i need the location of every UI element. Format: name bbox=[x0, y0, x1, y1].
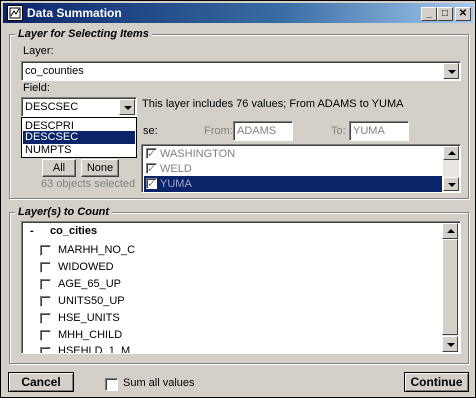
tree-item-partial[interactable]: HSEHLD_1_M bbox=[38, 344, 338, 353]
scroll-down-button[interactable] bbox=[443, 177, 459, 191]
field-option[interactable]: NUMPTS bbox=[23, 142, 135, 158]
tree-item[interactable]: AGE_65_UP bbox=[38, 276, 338, 292]
field-checkbox[interactable] bbox=[40, 347, 51, 353]
tree-item[interactable]: MHH_CHILD bbox=[38, 327, 338, 343]
field-name: HSE_UNITS bbox=[58, 312, 120, 324]
maximize-button[interactable]: □ bbox=[437, 7, 453, 21]
layer-dropdown[interactable]: co_counties bbox=[21, 61, 461, 81]
field-name: MARHH_NO_C bbox=[58, 244, 136, 256]
value-checkbox[interactable] bbox=[146, 146, 157, 162]
chevron-down-icon bbox=[124, 106, 132, 110]
field-option-label: NUMPTS bbox=[25, 144, 72, 156]
chevron-up-icon bbox=[447, 229, 455, 233]
close-button[interactable]: ✕ bbox=[455, 7, 471, 21]
count-layers-group-title: Layer(s) to Count bbox=[15, 206, 113, 218]
tree-item[interactable]: MARHH_NO_C bbox=[38, 242, 338, 258]
value-label: WASHINGTON bbox=[160, 148, 236, 160]
maximize-icon: □ bbox=[441, 8, 449, 19]
layer-dropdown-value: co_counties bbox=[25, 65, 84, 77]
value-checkbox[interactable] bbox=[146, 176, 157, 192]
minimize-icon: _ bbox=[426, 8, 432, 19]
data-summation-window: Data Summation _ □ ✕ Layer for Selecting… bbox=[0, 0, 476, 398]
tree-item[interactable]: HSE_UNITS bbox=[38, 310, 338, 326]
scroll-up-button[interactable] bbox=[443, 146, 459, 160]
field-dropdown-button[interactable] bbox=[119, 99, 135, 115]
value-label: YUMA bbox=[160, 178, 192, 190]
value-checkbox[interactable] bbox=[146, 161, 157, 177]
field-checkbox[interactable] bbox=[40, 313, 51, 324]
values-list[interactable]: WASHINGTON WELD YUMA bbox=[141, 144, 461, 193]
cancel-button[interactable]: Cancel bbox=[8, 372, 74, 392]
chevron-down-icon bbox=[447, 343, 455, 347]
tree-scrollbar[interactable] bbox=[442, 223, 458, 352]
field-dropdown[interactable]: DESCSEC bbox=[21, 97, 137, 117]
list-item[interactable]: WASHINGTON bbox=[144, 146, 442, 162]
sum-all-label: Sum all values bbox=[123, 377, 195, 389]
tree-item[interactable]: WIDOWED bbox=[38, 259, 338, 275]
scroll-thumb[interactable] bbox=[442, 239, 458, 335]
to-field[interactable]: YUMA bbox=[349, 121, 409, 141]
chevron-down-icon bbox=[448, 183, 456, 187]
values-scrollbar[interactable] bbox=[443, 146, 459, 191]
scroll-up-button[interactable] bbox=[442, 223, 458, 239]
value-label: WELD bbox=[160, 163, 192, 175]
scroll-down-button[interactable] bbox=[442, 336, 458, 352]
field-name: AGE_65_UP bbox=[58, 278, 121, 290]
field-checkbox[interactable] bbox=[40, 245, 51, 256]
field-name: HSEHLD_1_M bbox=[58, 345, 131, 353]
chevron-up-icon bbox=[448, 151, 456, 155]
field-checkbox[interactable] bbox=[40, 296, 51, 307]
field-checkbox[interactable] bbox=[40, 262, 51, 273]
minimize-button[interactable]: _ bbox=[421, 7, 437, 21]
field-name: UNITS50_UP bbox=[58, 295, 125, 307]
field-name: MHH_CHILD bbox=[58, 329, 123, 341]
field-checkbox[interactable] bbox=[40, 279, 51, 290]
selected-count-text: 63 objects selected bbox=[41, 178, 136, 190]
use-label: se: bbox=[143, 125, 158, 137]
layer-select-group-title: Layer for Selecting Items bbox=[15, 28, 152, 40]
field-checkbox[interactable] bbox=[40, 330, 51, 341]
to-label: To: bbox=[331, 125, 346, 137]
from-field[interactable]: ADAMS bbox=[233, 121, 293, 141]
app-icon bbox=[7, 5, 23, 21]
layer-info-text: This layer includes 76 values; From ADAM… bbox=[142, 98, 404, 110]
list-item[interactable]: WELD bbox=[144, 161, 442, 177]
window-title: Data Summation bbox=[27, 6, 122, 20]
field-label: Field: bbox=[23, 82, 50, 94]
sum-all-checkbox[interactable] bbox=[105, 378, 118, 391]
field-dropdown-value: DESCSEC bbox=[25, 101, 79, 113]
select-none-button[interactable]: None bbox=[81, 159, 119, 177]
continue-button[interactable]: Continue bbox=[404, 372, 469, 392]
from-field-value: ADAMS bbox=[237, 125, 277, 137]
count-layers-tree[interactable]: - co_cities MARHH_NO_C WIDOWED AGE_65_UP… bbox=[21, 221, 461, 354]
field-name: WIDOWED bbox=[58, 261, 114, 273]
from-label: From: bbox=[204, 125, 233, 137]
tree-group-name: co_cities bbox=[50, 225, 98, 237]
list-item-selected[interactable]: YUMA bbox=[144, 176, 442, 192]
field-dropdown-list[interactable]: DESCPRI DESCSEC NUMPTS bbox=[21, 117, 137, 158]
select-all-button[interactable]: All bbox=[42, 159, 76, 177]
close-icon: ✕ bbox=[458, 8, 468, 19]
tree-item[interactable]: UNITS50_UP bbox=[38, 293, 338, 309]
layer-label: Layer: bbox=[23, 45, 54, 57]
to-field-value: YUMA bbox=[353, 125, 385, 137]
title-bar[interactable]: Data Summation _ □ ✕ bbox=[3, 3, 473, 23]
collapse-toggle-icon[interactable]: - bbox=[30, 225, 34, 237]
chevron-down-icon bbox=[448, 70, 456, 74]
layer-dropdown-button[interactable] bbox=[443, 63, 459, 79]
